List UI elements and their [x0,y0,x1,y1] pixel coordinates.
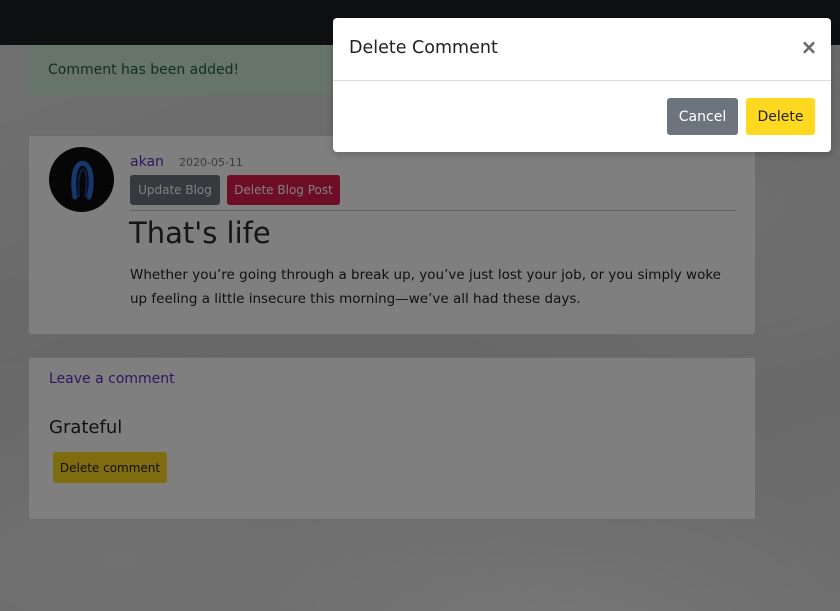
cancel-button[interactable]: Cancel [667,98,738,135]
modal-header-divider [333,80,831,81]
confirm-delete-button[interactable]: Delete [746,98,815,135]
modal-title: Delete Comment [349,38,498,58]
delete-comment-modal: Delete Comment × Cancel Delete [333,18,831,152]
close-icon[interactable]: × [791,34,827,60]
